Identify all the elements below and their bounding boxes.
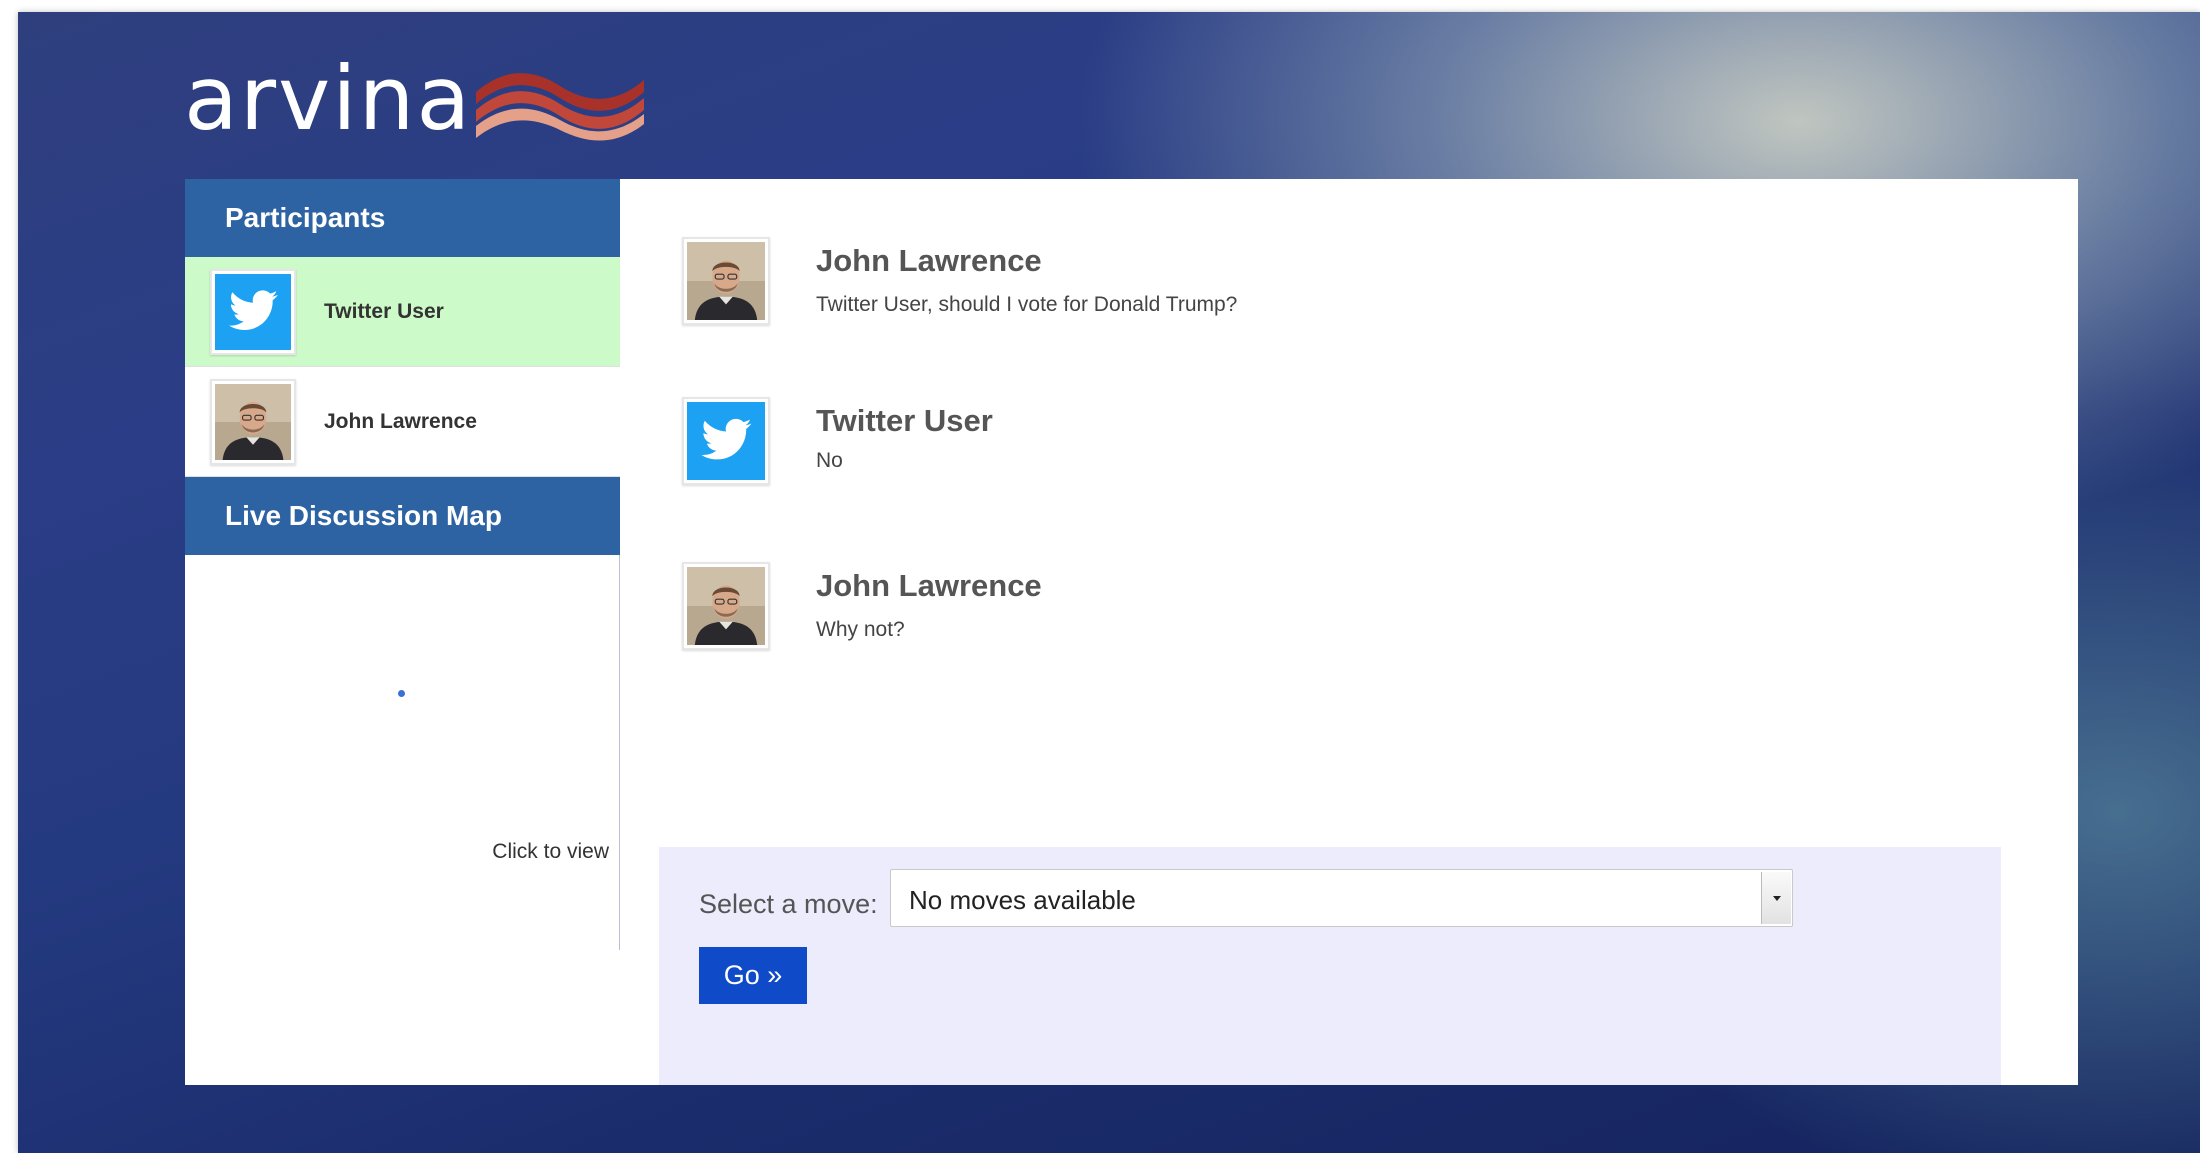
message-body: John Lawrence Why not?: [816, 562, 1042, 650]
message-text: No: [816, 449, 843, 472]
message-body: John Lawrence Twitter User, should I vot…: [816, 237, 1237, 325]
app-panel: Participants Twitter User John Lawrence …: [185, 179, 2078, 1085]
twitter-bird-icon: [210, 268, 296, 355]
message-author: Twitter User: [816, 403, 993, 438]
logo-text: arvina: [184, 47, 473, 150]
sidebar: Participants Twitter User John Lawrence …: [185, 179, 620, 1085]
message-body: Twitter User No: [816, 397, 993, 485]
message-item: John Lawrence Why not?: [682, 562, 1042, 650]
live-discussion-map-header: Live Discussion Map: [185, 477, 620, 555]
page-background: arvina Participants Twitter User John La…: [18, 12, 2200, 1153]
participant-twitter-user[interactable]: Twitter User: [185, 257, 620, 367]
message-text: Twitter User, should I vote for Donald T…: [816, 293, 1238, 316]
person-photo-icon: [682, 562, 770, 650]
move-select-value: No moves available: [909, 885, 1136, 915]
select-move-label: Select a move:: [699, 889, 878, 919]
click-to-view-link[interactable]: Click to view: [492, 840, 609, 864]
participant-name: Twitter User: [324, 299, 444, 323]
message-item: John Lawrence Twitter User, should I vot…: [682, 237, 1237, 325]
move-panel: Select a move: No moves available Go »: [659, 847, 2001, 1085]
wave-stripes-icon: [476, 73, 645, 141]
map-node: [398, 690, 405, 697]
message-author: John Lawrence: [816, 243, 1042, 278]
message-item: Twitter User No: [682, 397, 993, 485]
move-select[interactable]: No moves available: [890, 869, 1793, 927]
chevron-down-icon[interactable]: [1761, 872, 1791, 924]
arvina-logo: arvina: [184, 47, 645, 150]
discussion-map[interactable]: Click to view: [185, 555, 620, 950]
message-text: Why not?: [816, 618, 905, 641]
message-author: John Lawrence: [816, 568, 1042, 603]
person-photo-icon: [210, 378, 296, 465]
go-button[interactable]: Go »: [699, 947, 807, 1004]
discussion-panel: John Lawrence Twitter User, should I vot…: [620, 179, 2078, 1085]
participant-john-lawrence[interactable]: John Lawrence: [185, 367, 620, 477]
person-photo-icon: [682, 237, 770, 325]
participant-name: John Lawrence: [324, 409, 477, 433]
participants-header: Participants: [185, 179, 620, 257]
twitter-bird-icon: [682, 397, 770, 485]
